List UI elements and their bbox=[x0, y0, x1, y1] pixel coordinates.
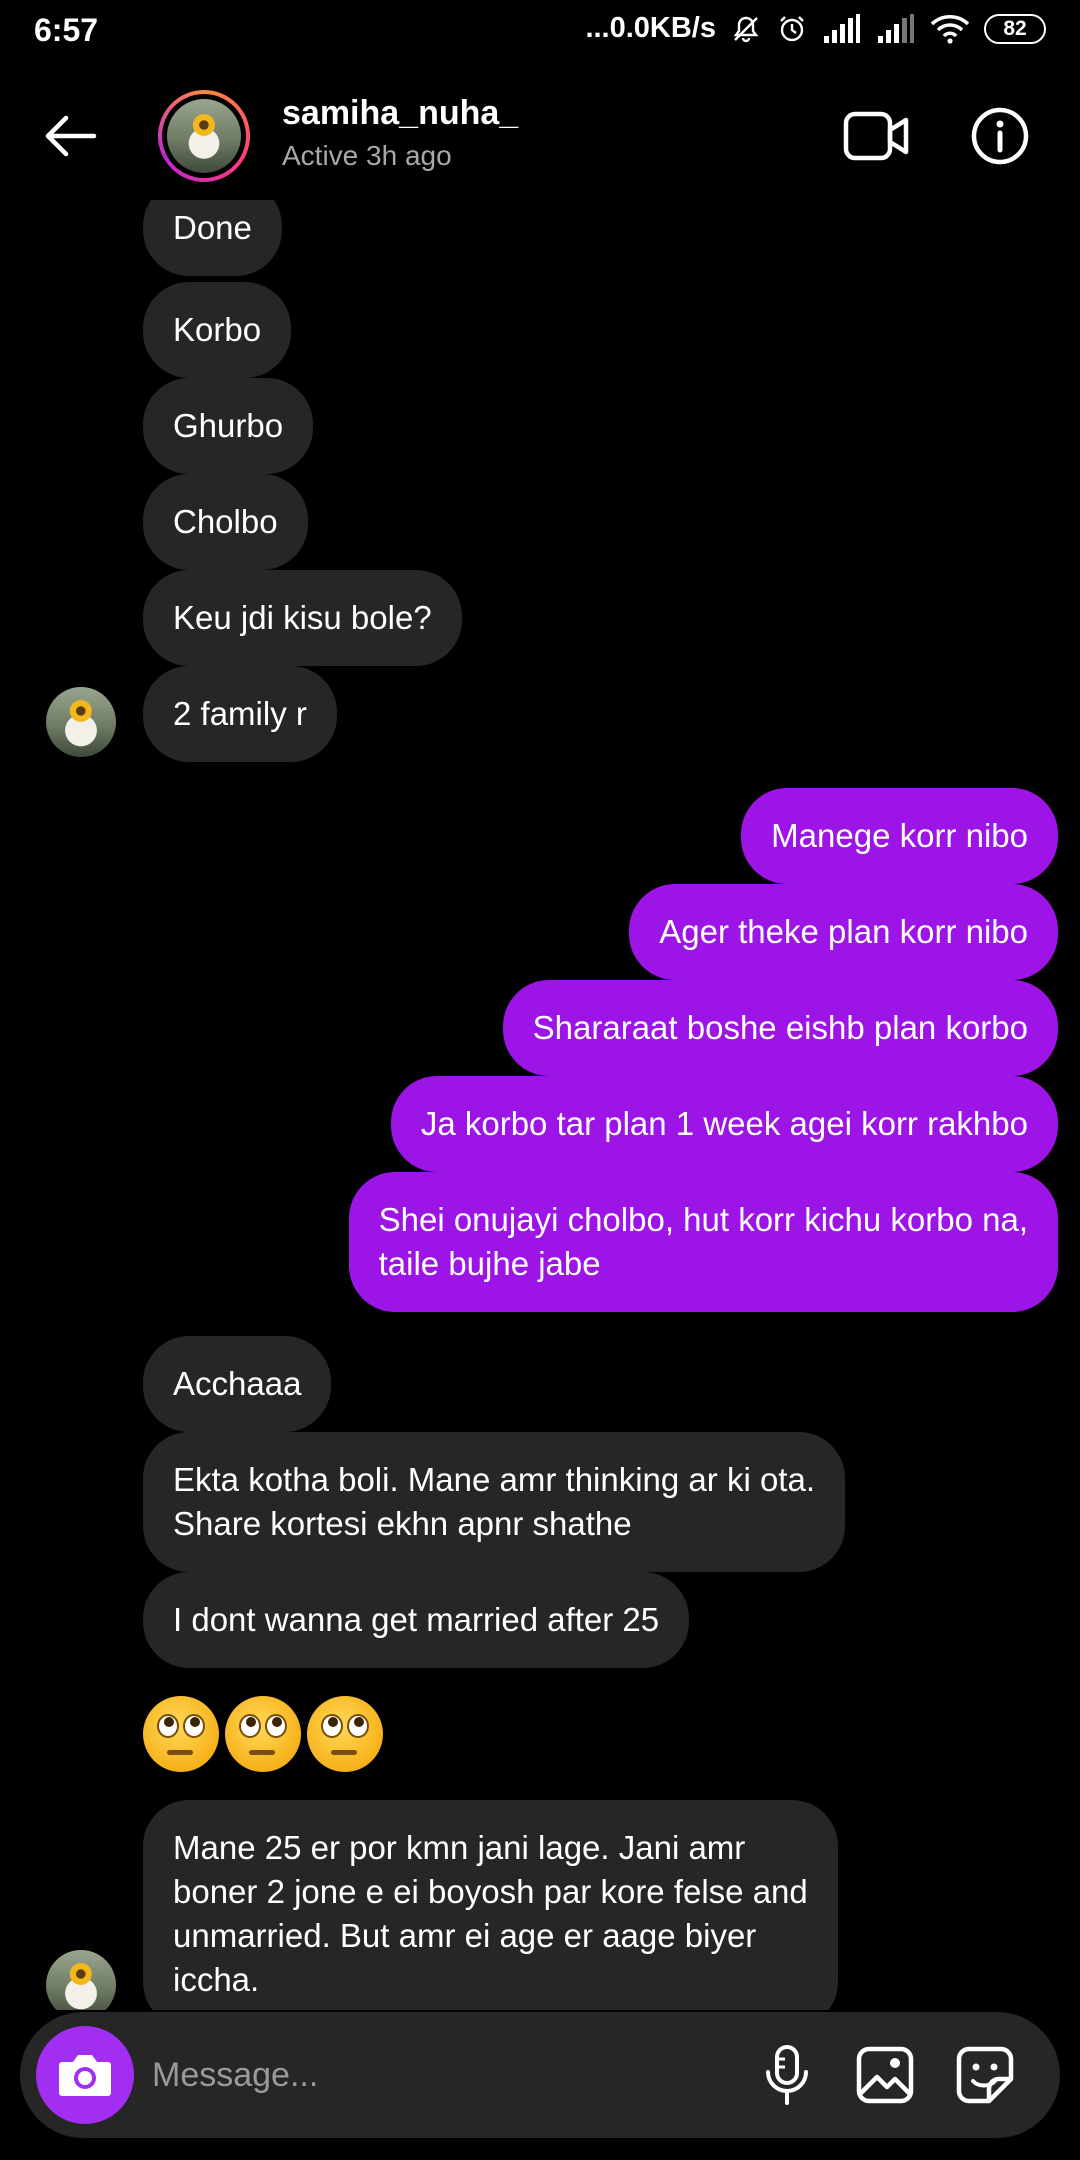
video-call-button[interactable] bbox=[842, 104, 910, 168]
status-icons: ...0.0KB/s 82 bbox=[585, 12, 1046, 45]
message-bubble-outgoing[interactable]: Manege korr nibo bbox=[741, 788, 1058, 884]
message-bubble-incoming[interactable]: I dont wanna get married after 25 bbox=[143, 1572, 690, 1668]
alarm-icon bbox=[776, 13, 808, 45]
username[interactable]: samiha_nuha_ bbox=[282, 94, 518, 133]
message-thread[interactable]: Done Korbo Ghurbo Cholbo Keu jdi kisu bo… bbox=[0, 200, 1080, 2010]
camera-button[interactable] bbox=[36, 2026, 134, 2124]
wifi-icon bbox=[930, 14, 970, 44]
message-composer bbox=[20, 2012, 1060, 2138]
message-bubble-incoming[interactable]: Mane 25 er por kmn jani lage. Jani amr b… bbox=[143, 1800, 838, 2010]
face-with-rolling-eyes-icon bbox=[225, 1696, 301, 1772]
battery-level: 82 bbox=[1003, 16, 1027, 40]
direct-message-screen: 6:57 ...0.0KB/s 82 samiha_nuha_ Active 3… bbox=[0, 0, 1080, 2160]
face-with-rolling-eyes-icon bbox=[143, 1696, 219, 1772]
message-bubble-incoming[interactable]: Acchaaa bbox=[143, 1336, 332, 1432]
gallery-button[interactable] bbox=[852, 2042, 918, 2108]
status-time: 6:57 bbox=[34, 12, 99, 48]
signal-icon bbox=[876, 13, 916, 44]
message-bubble-incoming[interactable]: Cholbo bbox=[143, 474, 308, 570]
message-bubble-outgoing[interactable]: Shararaat boshe eishb plan korbo bbox=[502, 980, 1058, 1076]
sender-avatar[interactable] bbox=[46, 687, 116, 757]
camera-icon bbox=[59, 2055, 111, 2096]
message-input[interactable] bbox=[152, 2044, 712, 2106]
back-button[interactable] bbox=[38, 104, 102, 168]
info-icon bbox=[971, 107, 1029, 165]
message-bubble-incoming[interactable]: Keu jdi kisu bole? bbox=[143, 570, 462, 666]
face-with-rolling-eyes-icon bbox=[307, 1696, 383, 1772]
network-speed: ...0.0KB/s bbox=[585, 12, 716, 44]
profile-avatar[interactable] bbox=[158, 90, 250, 182]
message-bubble-incoming[interactable]: Korbo bbox=[143, 282, 292, 378]
microphone-button[interactable] bbox=[754, 2042, 820, 2108]
battery-icon: 82 bbox=[984, 13, 1046, 44]
mute-icon bbox=[730, 13, 762, 45]
back-arrow-icon bbox=[45, 115, 97, 157]
message-bubble-outgoing[interactable]: Ager theke plan korr nibo bbox=[629, 884, 1058, 980]
sticker-button[interactable] bbox=[952, 2042, 1018, 2108]
message-bubble-outgoing[interactable]: Shei onujayi cholbo, hut korr kichu korb… bbox=[348, 1172, 1058, 1312]
sender-avatar[interactable] bbox=[46, 1950, 116, 2010]
avatar-image bbox=[167, 99, 241, 173]
sticker-icon bbox=[956, 2046, 1014, 2104]
message-bubble-incoming[interactable]: Ghurbo bbox=[143, 378, 314, 474]
status-bar: 6:57 ...0.0KB/s 82 bbox=[0, 0, 1080, 62]
emoji-message[interactable] bbox=[143, 1696, 383, 1772]
signal-icon bbox=[822, 13, 862, 44]
video-call-icon bbox=[843, 111, 909, 161]
active-status: Active 3h ago bbox=[282, 140, 452, 171]
message-bubble-incoming[interactable]: Done bbox=[143, 200, 282, 276]
message-bubble-incoming[interactable]: 2 family r bbox=[143, 666, 337, 762]
microphone-icon bbox=[766, 2045, 808, 2105]
chat-header: samiha_nuha_ Active 3h ago bbox=[0, 84, 1080, 188]
gallery-icon bbox=[856, 2046, 914, 2104]
message-bubble-incoming[interactable]: Ekta kotha boli. Mane amr thinking ar ki… bbox=[143, 1432, 845, 1572]
message-bubble-outgoing[interactable]: Ja korbo tar plan 1 week agei korr rakhb… bbox=[390, 1076, 1058, 1172]
info-button[interactable] bbox=[968, 104, 1032, 168]
